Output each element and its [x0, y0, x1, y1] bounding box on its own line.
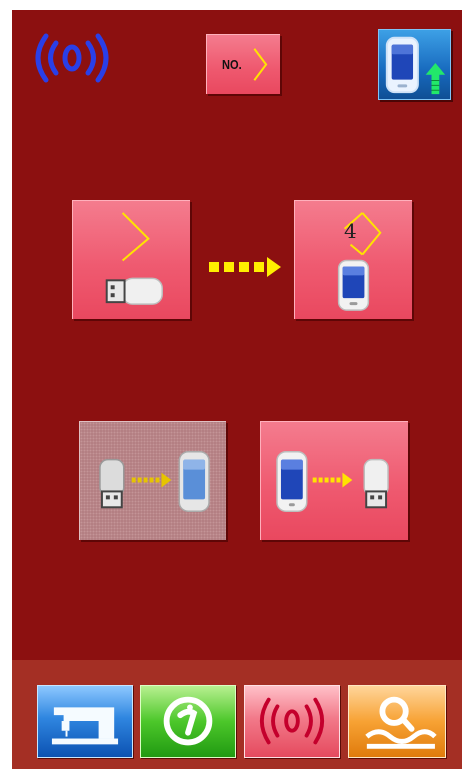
panel-device-icon	[276, 451, 308, 512]
usb-drive-icon	[99, 458, 125, 509]
info-button[interactable]	[140, 685, 236, 758]
target-panel-button[interactable]: 4	[294, 200, 412, 319]
usb-to-panel-mode-button[interactable]	[79, 421, 226, 540]
panel-upload-icon	[385, 36, 446, 95]
dotted-arrow-icon	[131, 472, 172, 488]
source-usb-button[interactable]	[72, 200, 190, 319]
sewing-machine-icon	[51, 707, 119, 745]
search-icon	[365, 696, 437, 749]
wireless-button[interactable]	[244, 685, 340, 758]
dotted-arrow-icon	[209, 255, 283, 277]
panel-device-icon	[337, 259, 370, 311]
panel-to-usb-mode-button[interactable]	[260, 421, 408, 540]
info-icon	[163, 696, 213, 746]
wireless-icon	[259, 697, 325, 745]
no-label: NO.	[222, 57, 242, 72]
panel-upload-button[interactable]	[378, 29, 451, 100]
panel-device-icon	[178, 451, 210, 512]
diamond-icon	[253, 48, 268, 81]
usb-drive-icon	[105, 277, 163, 305]
pattern-number-button[interactable]: NO.	[206, 34, 280, 94]
footer-bar	[12, 660, 462, 769]
wireless-icon	[32, 28, 112, 88]
sewing-machine-button[interactable]	[37, 685, 133, 758]
screen: NO. 4	[12, 10, 462, 769]
diamond-icon	[361, 212, 382, 256]
search-button[interactable]	[348, 685, 446, 758]
pattern-number: 4	[344, 219, 357, 243]
diamond-icon	[121, 212, 150, 262]
usb-drive-icon	[363, 458, 389, 509]
dotted-arrow-icon	[312, 472, 353, 488]
